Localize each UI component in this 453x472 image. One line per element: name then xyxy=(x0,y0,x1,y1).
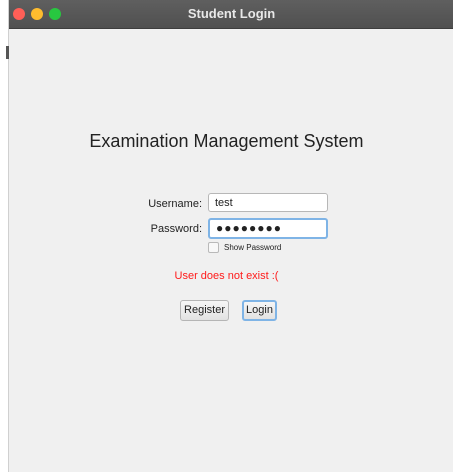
username-input[interactable] xyxy=(208,193,328,212)
login-button[interactable]: Login xyxy=(242,300,277,321)
title-bar[interactable]: Student Login xyxy=(9,0,453,29)
error-message: User does not exist :( xyxy=(174,270,279,282)
window-title: Student Login xyxy=(187,6,276,21)
password-label: Password: xyxy=(150,223,202,235)
username-label: Username: xyxy=(148,198,202,210)
register-button[interactable]: Register xyxy=(180,300,229,321)
password-mask: ●●●●●●●● xyxy=(216,221,282,235)
page-title: Examination Management System xyxy=(89,131,364,151)
left-edge-marker xyxy=(6,46,9,59)
show-password-label[interactable]: Show Password xyxy=(224,243,281,252)
show-password-checkbox[interactable] xyxy=(208,242,219,253)
password-input[interactable]: ●●●●●●●● xyxy=(208,218,328,239)
